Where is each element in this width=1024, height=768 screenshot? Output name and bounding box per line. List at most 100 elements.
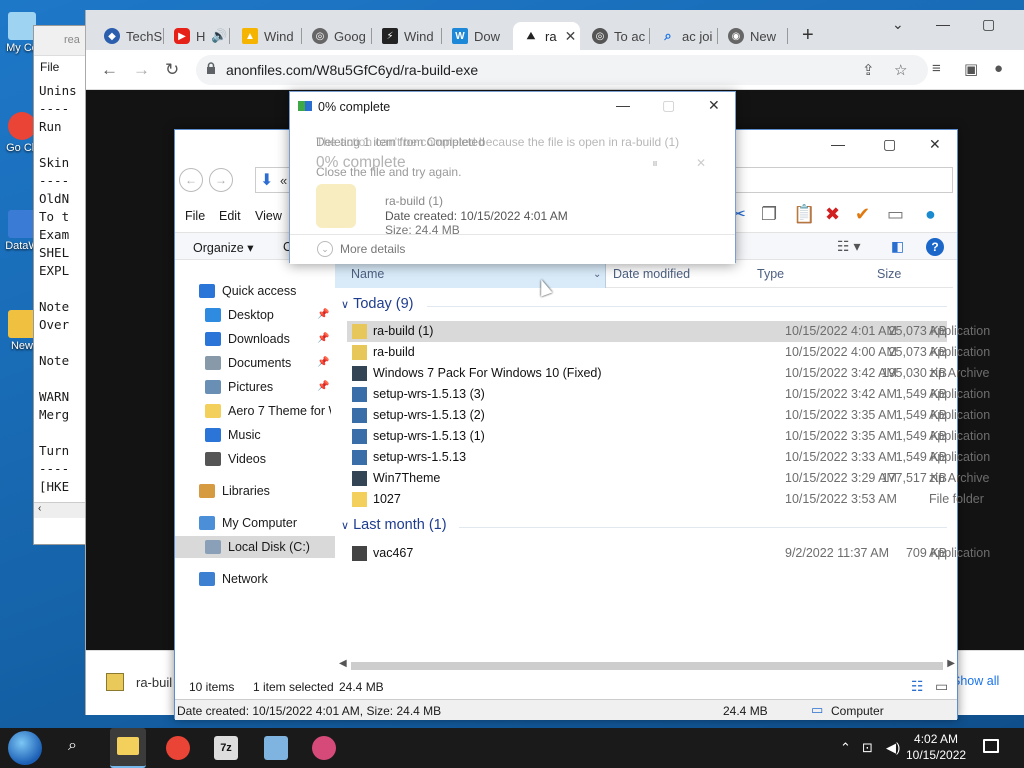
taskbar-7zip-icon[interactable]: 7z: [214, 736, 238, 760]
search-icon[interactable]: ⌕: [68, 737, 77, 755]
chevron-down-icon[interactable]: ⌄: [593, 269, 601, 280]
minimize-icon[interactable]: —: [936, 16, 950, 32]
profile-icon[interactable]: ●: [994, 60, 1003, 77]
nav-item[interactable]: Local Disk (C:): [175, 536, 335, 558]
nav-item[interactable]: Desktop: [205, 304, 331, 326]
nav-item[interactable]: Videos: [205, 448, 331, 470]
nav-item[interactable]: Music: [205, 424, 331, 446]
nav-item[interactable]: Quick access: [199, 280, 331, 302]
minimize-icon[interactable]: —: [831, 136, 845, 152]
back-button[interactable]: ←: [101, 60, 118, 80]
tab-download[interactable]: W Dow: [442, 22, 512, 50]
chevron-down-icon[interactable]: ⌄: [317, 241, 333, 257]
taskbar-file-explorer[interactable]: [110, 728, 146, 768]
tab-to-ac[interactable]: ◎ To ac: [582, 22, 650, 50]
menu-view[interactable]: View: [255, 209, 282, 223]
scrollbar-thumb[interactable]: [351, 662, 943, 670]
tab-anonfiles-active[interactable]: ⛰ ra ✕: [513, 22, 580, 50]
tab-google-drive[interactable]: ▲ Wind: [232, 22, 302, 50]
nav-item[interactable]: My Computer: [199, 512, 331, 534]
more-details-button[interactable]: More details: [340, 242, 405, 256]
scroll-left-icon[interactable]: ◀: [339, 658, 347, 669]
file-row[interactable]: setup-wrs-1.5.13 10/15/2022 3:33 AM Applic…: [347, 447, 990, 468]
file-row[interactable]: vac467 9/2/2022 11:37 AM Application 709 KB: [347, 543, 990, 564]
type-column-header[interactable]: Type: [757, 267, 784, 281]
file-row[interactable]: Windows 7 Pack For Windows 10 (Fixed) 10/…: [347, 363, 989, 384]
forward-button[interactable]: →: [133, 60, 150, 80]
new-tab-button[interactable]: +: [802, 24, 814, 47]
tab-techspot[interactable]: ◆ TechS: [94, 22, 164, 50]
tab-search-icon[interactable]: ⌄: [892, 16, 904, 33]
scroll-right-icon[interactable]: ▶: [947, 658, 955, 669]
preview-pane-icon[interactable]: ◧: [891, 238, 904, 255]
notepad-text[interactable]: Unins ---- Run Skin ---- OldN To t Exam …: [34, 78, 92, 498]
nav-item[interactable]: Documents: [205, 352, 331, 374]
name-column-header[interactable]: Name ⌄: [335, 260, 606, 288]
size-column-header[interactable]: Size: [877, 267, 901, 281]
horizontal-scrollbar[interactable]: ◀ ▶: [335, 658, 959, 674]
start-button[interactable]: [8, 731, 42, 765]
chevron-down-icon[interactable]: ∨: [341, 520, 349, 532]
checkmark-icon[interactable]: ✔: [855, 204, 870, 225]
network-icon[interactable]: ⊡: [862, 740, 873, 756]
delete-icon[interactable]: ✖: [825, 204, 840, 225]
tab-youtube[interactable]: ▶ H 🔊: [164, 22, 230, 50]
taskbar-chrome-icon[interactable]: [166, 736, 190, 760]
group-header[interactable]: ∨ Last month (1): [341, 517, 447, 533]
back-button[interactable]: ←: [179, 168, 203, 192]
properties-icon[interactable]: ▭: [887, 204, 904, 225]
clock[interactable]: 4:02 AM 10/15/2022: [906, 731, 966, 763]
file-row[interactable]: setup-wrs-1.5.13 (3) 10/15/2022 3:42 AM Ap…: [347, 384, 990, 405]
tab-google[interactable]: ◎ Goog: [302, 22, 372, 50]
notepad-scrollbar[interactable]: ‹: [34, 502, 92, 518]
file-row[interactable]: setup-wrs-1.5.13 (2) 10/15/2022 3:35 AM Ap…: [347, 405, 990, 426]
notepad-window[interactable]: rea File Unins ---- Run Skin ---- OldN T…: [33, 25, 93, 545]
taskbar-notepad-icon[interactable]: [264, 736, 288, 760]
tab-windows[interactable]: ⚡ Wind: [372, 22, 442, 50]
maximize-icon[interactable]: ▢: [982, 16, 995, 33]
copy-icon[interactable]: ❐: [761, 204, 777, 225]
minimize-icon[interactable]: —: [616, 97, 630, 113]
file-row[interactable]: Win7Theme 10/15/2022 3:29 AM zip Archive 17…: [347, 468, 989, 489]
tab-search[interactable]: ⌕ ac joi: [650, 22, 718, 50]
bookmark-star-icon[interactable]: ☆: [894, 61, 907, 79]
file-row[interactable]: 1027 10/15/2022 3:53 AM File folder: [347, 489, 984, 510]
audio-icon[interactable]: 🔊: [211, 28, 227, 44]
close-icon[interactable]: ✕: [929, 136, 941, 153]
taskbar-app-icon[interactable]: [312, 736, 336, 760]
reload-button[interactable]: ↻: [165, 60, 179, 80]
date-column-header[interactable]: Date modified: [613, 267, 690, 281]
globe-icon[interactable]: ●: [925, 204, 936, 225]
large-icons-view-icon[interactable]: ▭: [935, 678, 948, 695]
nav-item[interactable]: Pictures: [205, 376, 331, 398]
volume-icon[interactable]: ◀): [886, 740, 900, 756]
file-row[interactable]: ra-build 10/15/2022 4:00 AM Application 25,…: [347, 342, 990, 363]
close-icon[interactable]: ✕: [708, 97, 720, 114]
nav-item[interactable]: Downloads: [205, 328, 331, 350]
tray-expand-icon[interactable]: ⌃: [840, 740, 851, 756]
reading-list-icon[interactable]: ≡: [932, 60, 941, 77]
nav-item[interactable]: Network: [199, 568, 331, 590]
share-icon[interactable]: ⇪: [862, 61, 875, 79]
notepad-menu-file[interactable]: File: [34, 56, 92, 78]
view-options-icon[interactable]: ☷ ▾: [837, 238, 860, 255]
maximize-icon[interactable]: ▢: [883, 136, 896, 153]
tab-close-icon[interactable]: ✕: [565, 28, 577, 45]
menu-edit[interactable]: Edit: [219, 209, 241, 223]
download-item[interactable]: ra-buil: [136, 675, 172, 690]
file-row[interactable]: ra-build (1) 10/15/2022 4:01 AM Applicatio…: [347, 321, 990, 342]
group-header[interactable]: ∨ Today (9): [341, 296, 414, 312]
help-icon[interactable]: ?: [926, 238, 944, 256]
file-row[interactable]: setup-wrs-1.5.13 (1) 10/15/2022 3:35 AM Ap…: [347, 426, 990, 447]
notification-icon[interactable]: [983, 739, 999, 753]
menu-file[interactable]: File: [185, 209, 205, 223]
forward-button[interactable]: →: [209, 168, 233, 192]
nav-item[interactable]: Aero 7 Theme for W: [205, 400, 331, 422]
side-panel-icon[interactable]: ▣: [964, 60, 978, 78]
chevron-down-icon[interactable]: ∨: [341, 299, 349, 311]
details-view-icon[interactable]: ☷: [911, 678, 924, 695]
show-all-button[interactable]: Show all: [952, 674, 999, 688]
nav-item[interactable]: Libraries: [199, 480, 331, 502]
organize-button[interactable]: Organize ▾: [193, 240, 253, 255]
tab-new[interactable]: ◉ New: [718, 22, 788, 50]
